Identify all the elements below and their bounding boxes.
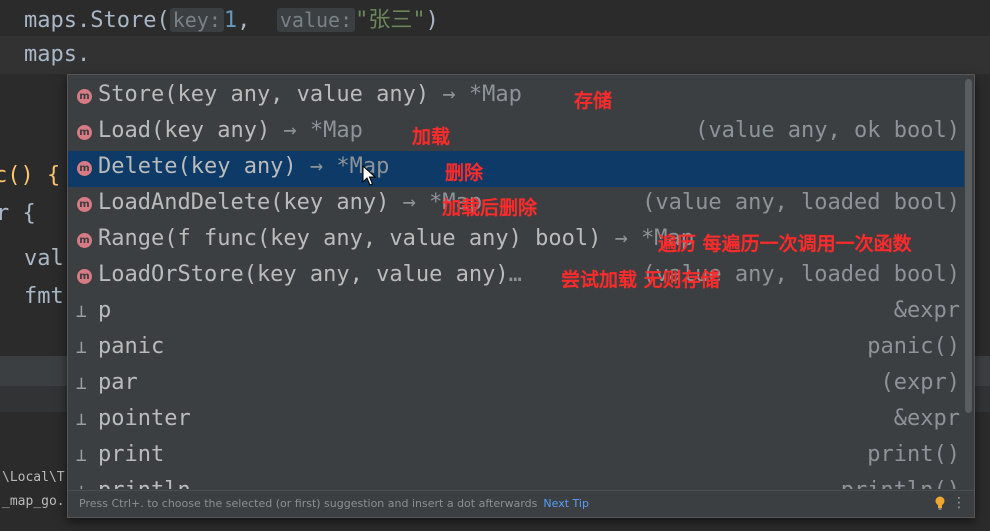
completion-name: Range(f func(key any, value any) bool) (98, 226, 602, 251)
method-icon: m (77, 197, 92, 212)
completion-footer: Press Ctrl+. to choose the selected (or … (68, 490, 974, 517)
completion-name: Load(key any) (98, 118, 271, 143)
completion-signature: Delete(key any) → *Map (98, 154, 389, 179)
code-line-for[interactable]: r { (0, 201, 36, 226)
completion-signature: Range(f func(key any, value any) bool) →… (98, 226, 694, 251)
completion-return-type: → *Map (270, 118, 363, 143)
live-template-icon: ⊥ (76, 301, 87, 322)
completion-type-text: (value any, loaded bool) (642, 190, 960, 215)
code-line-store-call[interactable]: maps.Store(key: 1, value: "张三") (24, 2, 439, 34)
completion-signature: LoadAndDelete(key any) → *Map (98, 190, 482, 215)
completion-item[interactable]: m Store(key any, value any) → *Map 存储 (68, 79, 964, 115)
completion-type-text: panic() (867, 334, 960, 359)
method-icon: m (77, 161, 92, 176)
method-icon: m (77, 89, 92, 104)
completion-type-text: &expr (893, 298, 960, 323)
completion-item[interactable]: ⊥ panic panic() (68, 331, 964, 367)
completion-scrollbar[interactable] (965, 79, 972, 413)
completion-item[interactable]: m Delete(key any) → *Map 删除 (68, 151, 964, 187)
code-punctuation: , (237, 8, 251, 33)
completion-signature: println (98, 478, 191, 489)
code-line-val[interactable]: val (24, 246, 64, 271)
annotation-note: 遍历 每遍历一次调用一次函数 (658, 233, 912, 255)
completion-type-text: (expr) (880, 370, 960, 395)
completion-name: Store(key any, value any) (98, 82, 430, 107)
code-line-maps-dot[interactable]: maps. (24, 42, 90, 67)
annotation-note: 尝试加载 无则存储 (561, 269, 720, 291)
method-icon: m (77, 269, 92, 284)
live-template-icon: ⊥ (76, 337, 87, 358)
next-tip-link[interactable]: Next Tip (543, 497, 589, 510)
completion-return-type: … (508, 262, 522, 287)
annotation-note: 删除 (445, 162, 484, 184)
terminal-line: \Local\T (2, 470, 65, 485)
more-options-icon[interactable]: ⋮ (952, 495, 966, 511)
method-icon: m (77, 125, 92, 140)
completion-type-text: &expr (893, 406, 960, 431)
completion-name: pointer (98, 406, 191, 431)
annotation-note: 加载 (412, 126, 451, 148)
completion-type-text: (value any, ok bool) (695, 118, 960, 143)
completion-name: println (98, 478, 191, 489)
completion-name: print (98, 442, 165, 467)
completion-signature: print (98, 442, 164, 467)
completion-signature: par (98, 370, 138, 395)
completion-signature: Store(key any, value any) → *Map (98, 82, 522, 107)
current-line-highlight (0, 36, 990, 74)
completion-popup[interactable]: m Store(key any, value any) → *Map 存储 m Load… (67, 74, 975, 518)
completion-item[interactable]: ⊥ p &expr (68, 295, 964, 331)
completion-list[interactable]: m Store(key any, value any) → *Map 存储 m Load… (68, 77, 964, 489)
completion-signature: Load(key any) → *Map (98, 118, 363, 143)
completion-item[interactable]: m LoadAndDelete(key any) → *Map (value any… (68, 187, 964, 223)
completion-item[interactable]: m Range(f func(key any, value any) bool) … (68, 223, 964, 259)
lightbulb-icon[interactable] (934, 496, 946, 510)
completion-signature: pointer (98, 406, 191, 431)
mouse-cursor-icon (362, 165, 376, 186)
annotation-note: 加载后删除 (442, 197, 538, 219)
code-line-fmt[interactable]: fmt (24, 284, 64, 309)
code-line-func[interactable]: c() { (0, 163, 60, 188)
completion-signature: panic (98, 334, 164, 359)
completion-name: p (98, 298, 112, 323)
method-icon: m (77, 233, 92, 248)
completion-item[interactable]: ⊥ pointer &expr (68, 403, 964, 439)
completion-type-text: print() (867, 442, 960, 467)
terminal-line: _map_go. (2, 494, 65, 509)
live-template-icon: ⊥ (76, 373, 87, 394)
completion-name: par (98, 370, 138, 395)
annotation-note: 存储 (574, 90, 613, 112)
live-template-icon: ⊥ (76, 481, 87, 489)
completion-name: LoadAndDelete(key any) (98, 190, 390, 215)
footer-hint-text: Press Ctrl+. to choose the selected (or … (79, 497, 538, 510)
parameter-hint-key: key: (169, 8, 224, 32)
completion-item[interactable]: ⊥ par (expr) (68, 367, 964, 403)
completion-item[interactable]: m LoadOrStore(key any, value any)… (value … (68, 259, 964, 295)
completion-signature: p (98, 298, 111, 323)
completion-item[interactable]: ⊥ println println() (68, 475, 964, 489)
code-text: maps.Store( (24, 8, 170, 33)
completion-item[interactable]: m Load(key any) → *Map (value any, ok bool… (68, 115, 964, 151)
completion-name: Delete(key any) (98, 154, 297, 179)
live-template-icon: ⊥ (76, 409, 87, 430)
completion-return-type: → *Map (429, 82, 522, 107)
completion-type-text: println() (841, 478, 960, 489)
code-number: 1 (223, 8, 238, 33)
code-punctuation: ) (425, 8, 439, 33)
completion-item[interactable]: ⊥ print print() (68, 439, 964, 475)
completion-name: panic (98, 334, 165, 359)
parameter-hint-value: value: (276, 8, 356, 32)
live-template-icon: ⊥ (76, 445, 87, 466)
code-string: "张三" (355, 8, 426, 33)
completion-name: LoadOrStore(key any, value any) (98, 262, 509, 287)
completion-signature: LoadOrStore(key any, value any)… (98, 262, 522, 287)
